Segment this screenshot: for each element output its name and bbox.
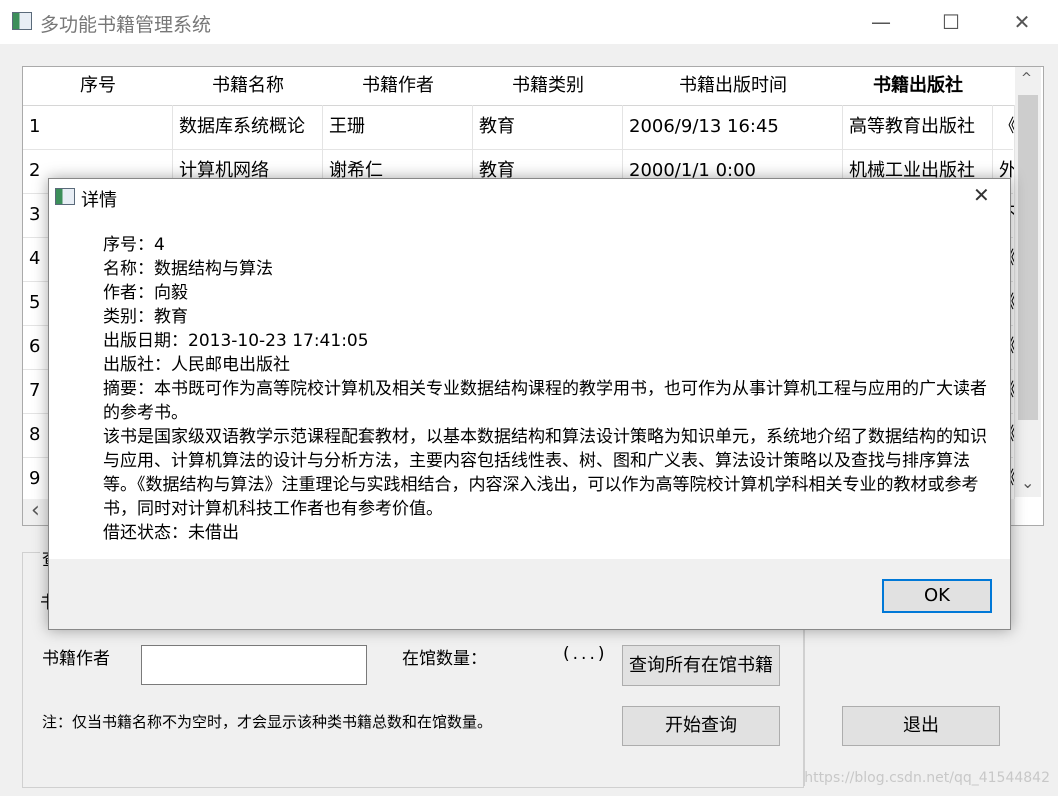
details-dialog: 详情 ✕ 序号：4 名称：数据结构与算法 作者：向毅类别：教育出版日期：2013-1… (48, 178, 1011, 630)
exit-button[interactable]: 退出 (842, 706, 1000, 746)
detail-line: 摘要：本书既可作为高等院校计算机及相关专业数据结构课程的教学用书，也可作为从事计… (103, 379, 987, 423)
start-query-button[interactable]: 开始查询 (622, 706, 780, 746)
watermark: https://blog.csdn.net/qq_41544842 (804, 770, 1050, 786)
app-title: 多功能书籍管理系统 (40, 14, 212, 36)
count-label: 在馆数量： (402, 649, 487, 669)
column-header-id[interactable]: 序号 (23, 67, 174, 106)
scroll-left-icon[interactable]: ‹ (31, 499, 40, 523)
query-note: 注：仅当书籍名称不为空时，才会显示该种类书籍总数和在馆数量。 (42, 713, 493, 731)
minimize-button[interactable]: — (852, 0, 910, 44)
book-details-text: 序号：4 名称：数据结构与算法 作者：向毅类别：教育出版日期：2013-10-23 … (103, 233, 989, 545)
dialog-body: 序号：4 名称：数据结构与算法 作者：向毅类别：教育出版日期：2013-10-23 … (49, 215, 1010, 559)
close-button[interactable]: ✕ (993, 0, 1051, 44)
vertical-scroll-thumb[interactable] (1018, 95, 1038, 420)
detail-line: 借还状态：未借出 (103, 523, 239, 543)
author-input[interactable] (141, 645, 367, 685)
ok-button[interactable]: OK (882, 579, 992, 613)
cell-id[interactable]: 1 (23, 105, 173, 149)
column-header-category[interactable]: 书籍类别 (473, 67, 624, 106)
count-value: (...) (563, 644, 608, 664)
main-title-bar: 多功能书籍管理系统 — ☐ ✕ (0, 0, 1058, 44)
author-label: 书籍作者 (42, 649, 110, 669)
scroll-up-icon[interactable]: ^ (1021, 71, 1032, 86)
app-window-icon (12, 12, 32, 30)
detail-line: 出版社：人民邮电出版社 (103, 355, 290, 375)
table-row[interactable]: 1数据库系统概论王珊教育2006/9/13 16:45高等教育出版社《 (23, 105, 1015, 150)
dialog-title: 详情 (81, 190, 117, 211)
detail-line: 出版日期：2013-10-23 17:41:05 (103, 331, 369, 351)
dialog-window-icon (55, 188, 75, 205)
detail-line: 类别：教育 (103, 307, 188, 327)
cell-publish-time[interactable]: 2006/9/13 16:45 (623, 105, 843, 149)
detail-line: 该书是国家级双语教学示范课程配套教材，以基本数据结构和算法设计策略为知识单元，系… (103, 427, 987, 519)
cell-name[interactable]: 数据库系统概论 (173, 105, 323, 149)
query-all-available-button[interactable]: 查询所有在馆书籍 (622, 645, 780, 686)
column-header-name[interactable]: 书籍名称 (173, 67, 324, 106)
detail-line: 作者：向毅 (103, 283, 188, 303)
detail-line: 名称：数据结构与算法 (103, 259, 273, 279)
detail-line: 序号：4 (103, 235, 165, 255)
scroll-down-icon[interactable]: ⌄ (1021, 473, 1034, 492)
maximize-button[interactable]: ☐ (922, 0, 980, 44)
column-header-summary[interactable] (993, 67, 1016, 106)
cell-category[interactable]: 教育 (473, 105, 623, 149)
cell-author[interactable]: 王珊 (323, 105, 473, 149)
column-header-publisher[interactable]: 书籍出版社 (843, 67, 994, 106)
dialog-title-bar: 详情 ✕ (49, 179, 1010, 215)
dialog-close-button[interactable]: ✕ (973, 183, 990, 207)
column-header-author[interactable]: 书籍作者 (323, 67, 474, 106)
cell-publisher[interactable]: 高等教育出版社 (843, 105, 993, 149)
cell-summary[interactable]: 《 (993, 105, 1015, 149)
column-header-publish-time[interactable]: 书籍出版时间 (623, 67, 844, 106)
